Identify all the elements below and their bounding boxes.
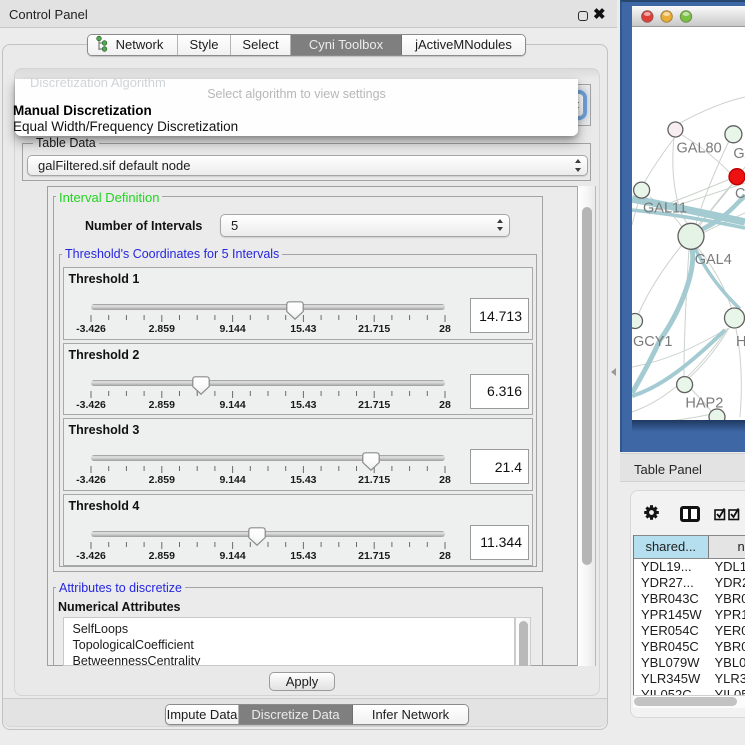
svg-text:GCY1: GCY1: [633, 334, 673, 350]
svg-text:GA: GA: [733, 146, 745, 162]
svg-text:GAL80: GAL80: [677, 141, 722, 157]
svg-text:H: H: [736, 334, 745, 350]
svg-text:GAL11: GAL11: [643, 201, 687, 217]
svg-text:GAL4: GAL4: [695, 252, 732, 268]
svg-text:C: C: [735, 186, 745, 202]
svg-text:HAP2: HAP2: [685, 395, 723, 411]
